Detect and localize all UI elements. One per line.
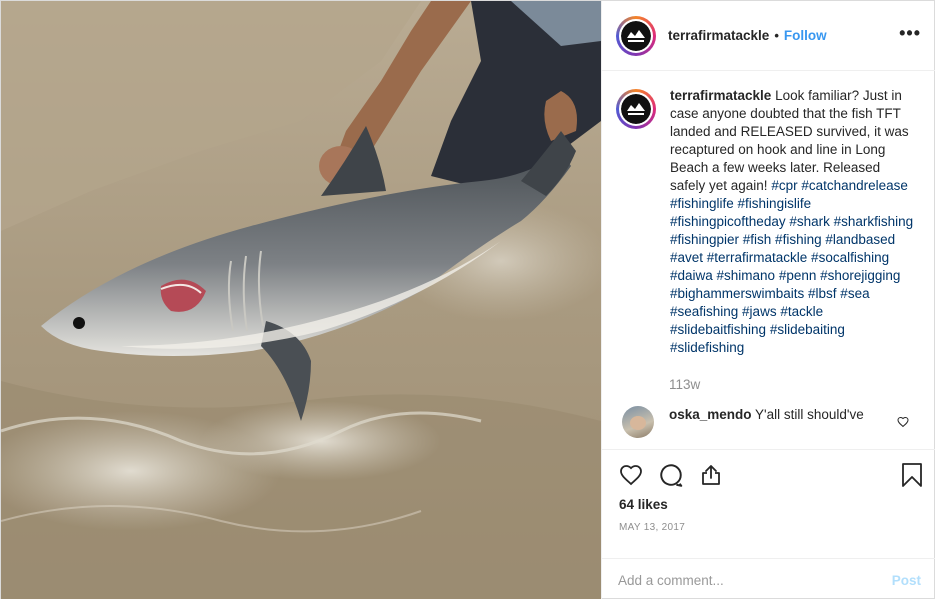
likes-count[interactable]: 64 likes xyxy=(619,497,668,512)
logo-fish-icon xyxy=(627,103,645,115)
comment-bubble-icon[interactable] xyxy=(658,462,684,488)
caption: terrafirmatackle Look familiar? Just in … xyxy=(616,87,923,357)
share-icon[interactable] xyxy=(698,462,724,488)
header-username[interactable]: terrafirmatackle xyxy=(668,28,769,43)
action-icons xyxy=(618,462,724,488)
post-header: terrafirmatackle • Follow ••• xyxy=(602,1,935,71)
post-sidebar: terrafirmatackle • Follow ••• terrafirma… xyxy=(601,1,935,599)
heart-icon[interactable] xyxy=(618,462,644,488)
caption-brand-logo xyxy=(621,94,651,124)
post-actions: 64 likes MAY 13, 2017 Post xyxy=(602,449,935,599)
post-date[interactable]: MAY 13, 2017 xyxy=(619,522,685,533)
brand-logo xyxy=(621,20,651,51)
commenter-avatar[interactable] xyxy=(622,406,654,438)
caption-timestamp[interactable]: 113w xyxy=(669,377,923,392)
bookmark-icon[interactable] xyxy=(901,462,923,491)
more-options-button[interactable]: ••• xyxy=(899,23,921,44)
caption-avatar[interactable] xyxy=(619,92,653,126)
caption-avatar-ring[interactable] xyxy=(616,89,656,129)
add-comment-bar: Post xyxy=(602,558,935,599)
shark-photo-illustration xyxy=(1,1,601,599)
logo-fish-icon xyxy=(627,29,645,42)
caption-text-block: terrafirmatackle Look familiar? Just in … xyxy=(670,87,915,357)
profile-avatar[interactable] xyxy=(619,18,653,53)
comment-like-icon[interactable] xyxy=(897,416,909,431)
post-photo[interactable] xyxy=(1,1,601,599)
caption-username[interactable]: terrafirmatackle xyxy=(670,88,771,103)
comment-input[interactable] xyxy=(618,567,878,593)
caption-hashtags[interactable]: #cpr #catchandrelease #fishinglife #fish… xyxy=(670,178,913,355)
comment-text: Y'all still should've xyxy=(755,407,864,422)
follow-button[interactable]: Follow xyxy=(784,28,827,43)
post-comment-button[interactable]: Post xyxy=(892,573,921,588)
comments-section[interactable]: terrafirmatackle Look familiar? Just in … xyxy=(602,71,935,449)
instagram-post: terrafirmatackle • Follow ••• terrafirma… xyxy=(0,0,935,599)
header-separator: • xyxy=(774,28,779,43)
comment-text-block: oska_mendo Y'all still should've xyxy=(669,406,894,438)
comment-username[interactable]: oska_mendo xyxy=(669,407,752,422)
profile-avatar-ring[interactable] xyxy=(616,15,656,56)
comment: oska_mendo Y'all still should've xyxy=(616,406,923,438)
